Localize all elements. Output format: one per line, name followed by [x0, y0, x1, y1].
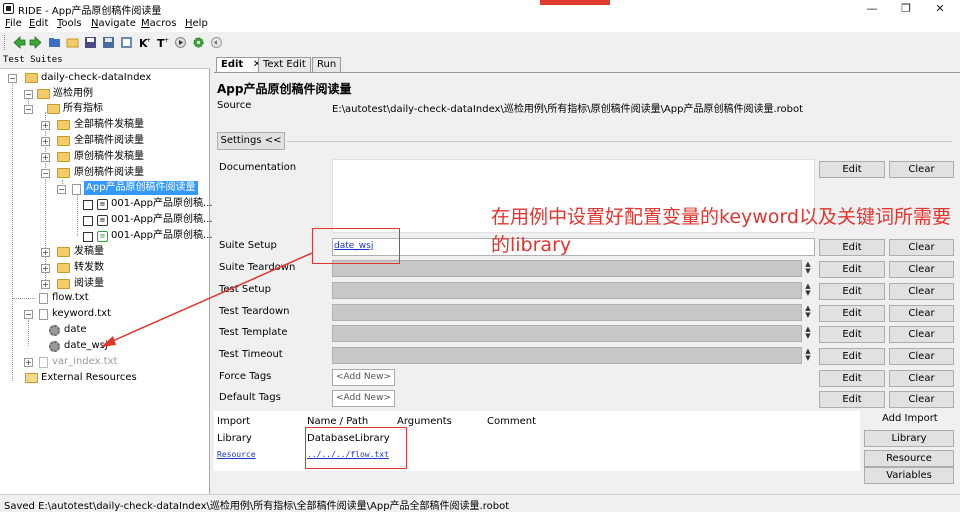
- annotation-note: 在用例中设置好配置变量的keyword以及关键词所需要的library: [491, 206, 951, 256]
